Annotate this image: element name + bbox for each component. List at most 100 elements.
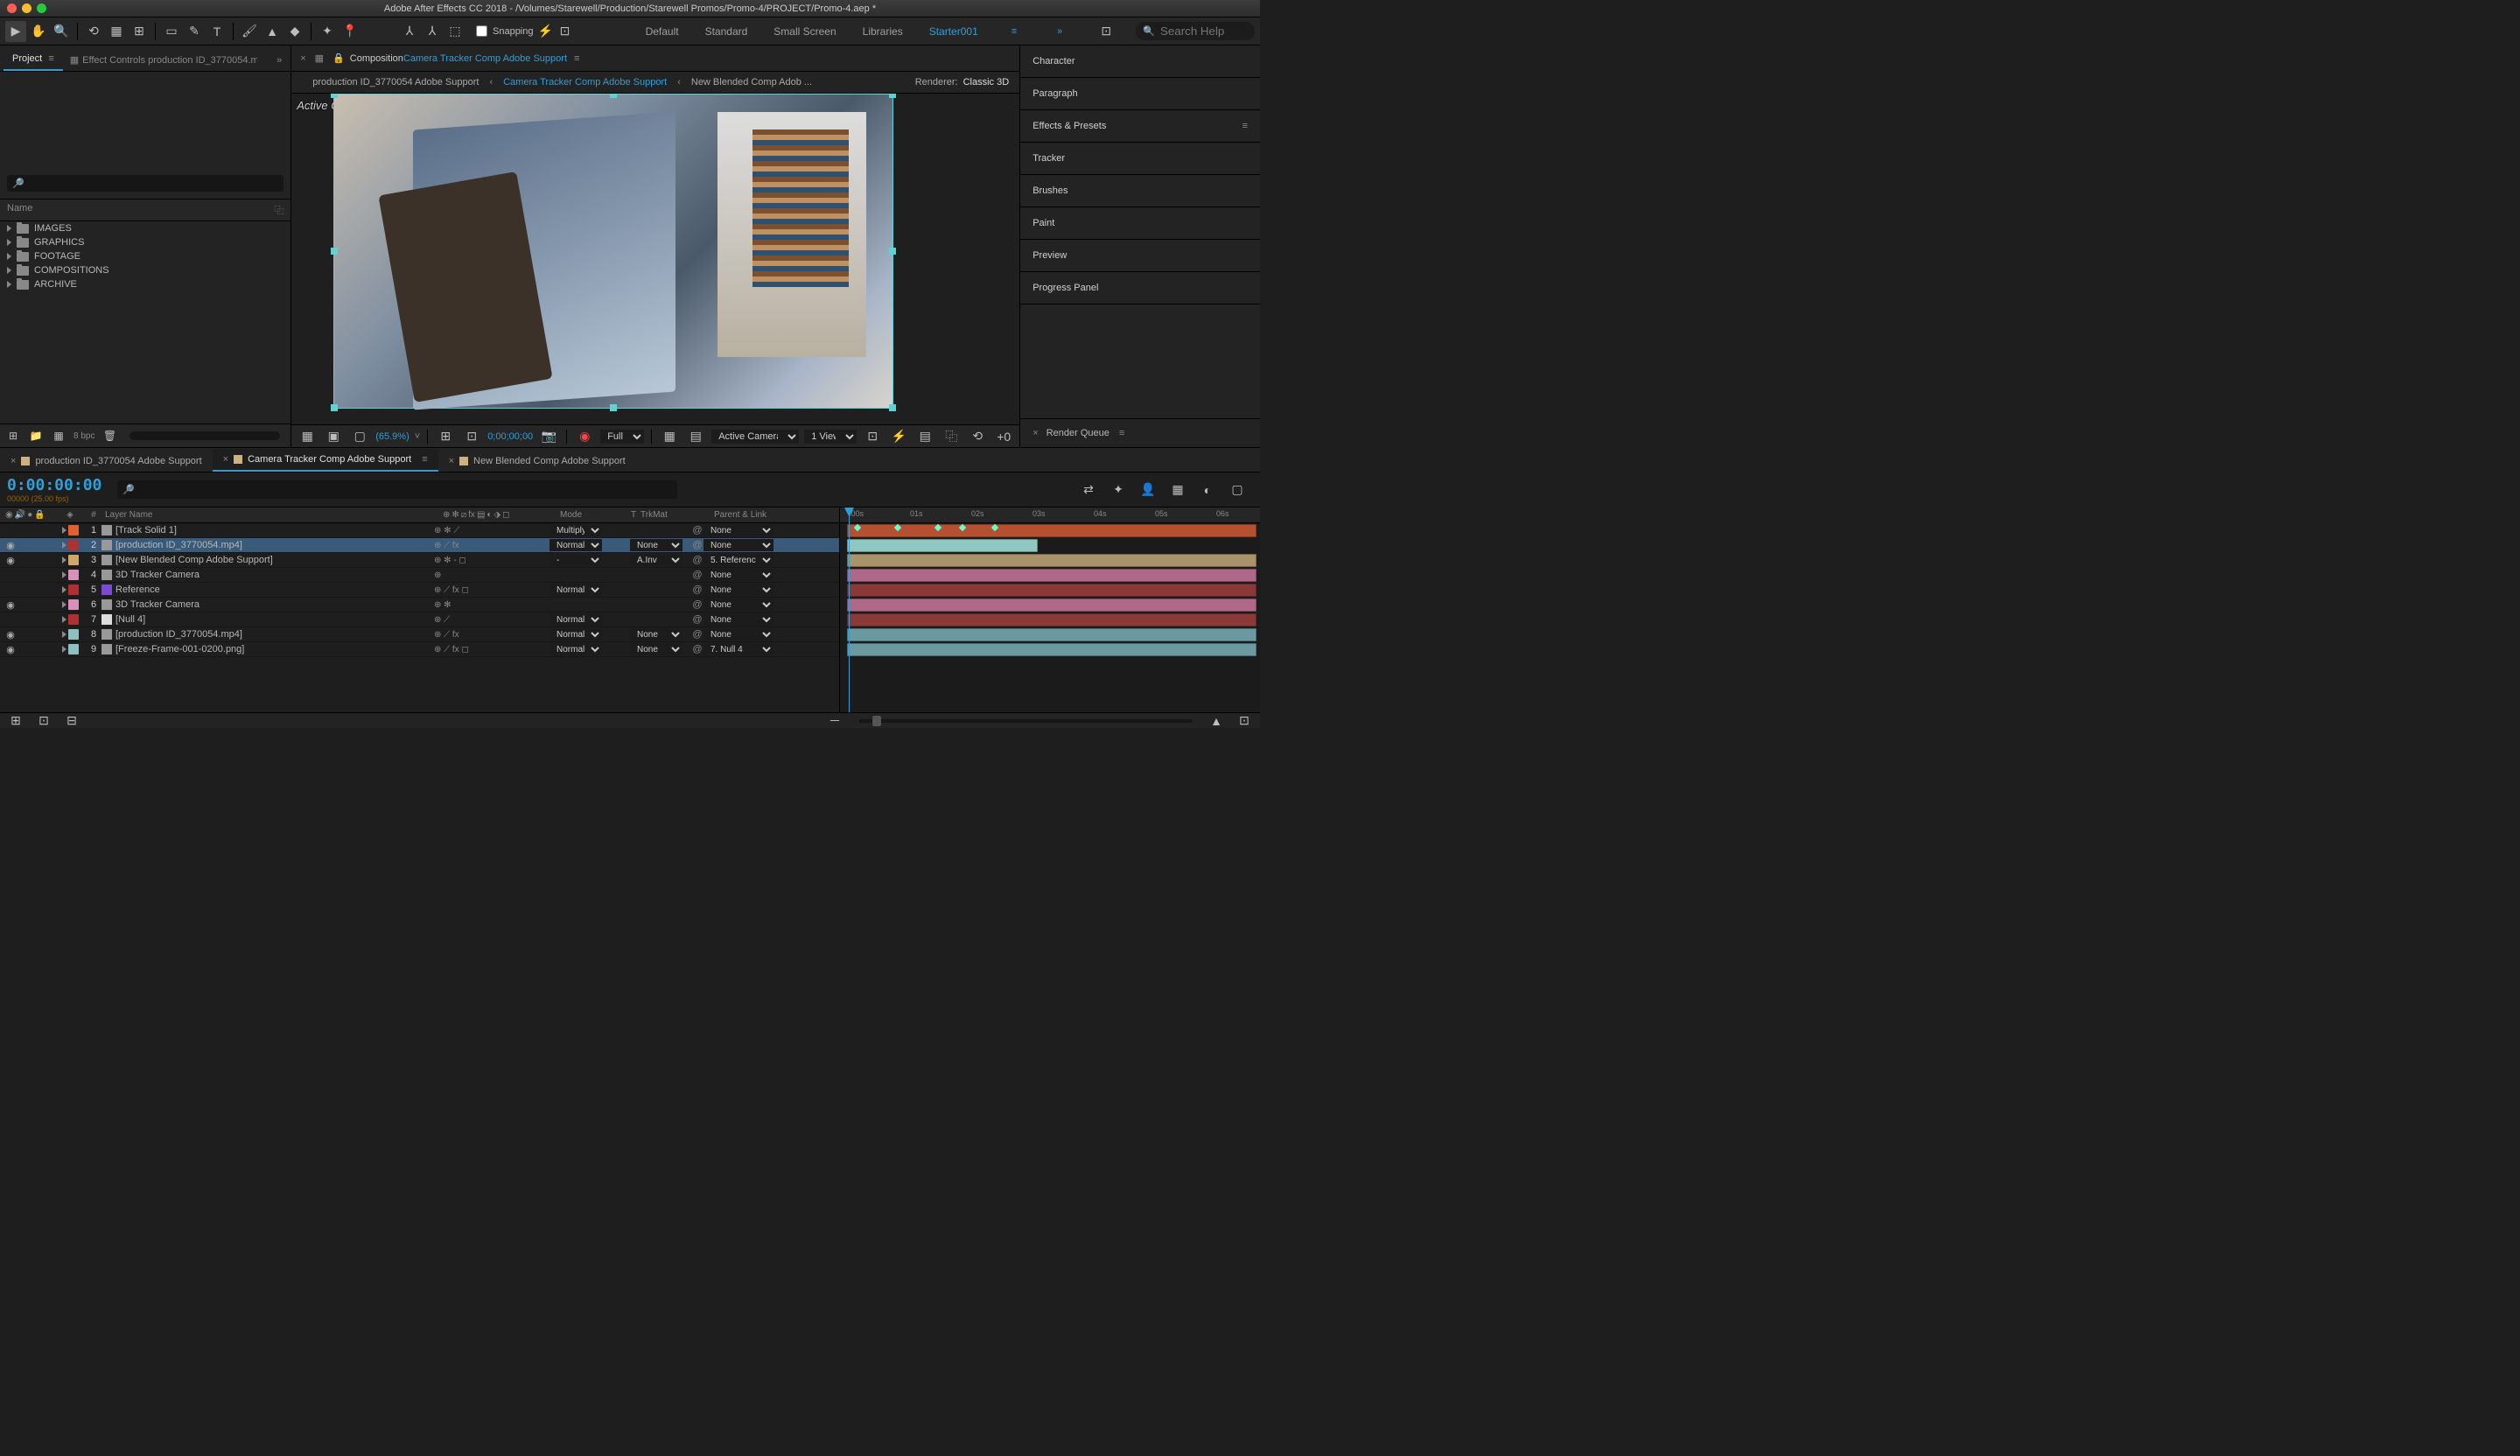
orbit-tool-icon[interactable]: ⟲ bbox=[83, 21, 104, 42]
toggle-modes-icon[interactable]: ⊡ bbox=[33, 710, 54, 732]
minimize-icon[interactable] bbox=[22, 4, 32, 13]
expand-icon[interactable] bbox=[62, 571, 66, 578]
pickwhip-icon[interactable]: @ bbox=[691, 644, 704, 654]
trkmat-dropdown[interactable]: None bbox=[630, 643, 682, 655]
lock-toggle[interactable] bbox=[42, 584, 52, 595]
label-color[interactable] bbox=[68, 599, 79, 610]
audio-toggle[interactable] bbox=[18, 570, 28, 580]
effect-controls-tab[interactable]: ▦ Effect Controls production ID_3770054.… bbox=[65, 49, 262, 71]
layer-switches[interactable]: ⊕ ✻ ⟋ bbox=[432, 526, 546, 536]
comp-button-icon[interactable]: ⊡ bbox=[1234, 710, 1255, 732]
switches-header[interactable]: ⊕✻⧄fx▤◐⬗◻ bbox=[443, 510, 556, 520]
parent-dropdown[interactable]: None bbox=[704, 539, 774, 551]
audio-toggle[interactable] bbox=[18, 555, 28, 565]
flowchart-icon[interactable]: ⿻ bbox=[274, 203, 284, 217]
expand-icon[interactable] bbox=[62, 601, 66, 608]
visibility-toggle[interactable]: ◉ bbox=[5, 599, 16, 610]
layer-bar[interactable] bbox=[847, 643, 1256, 656]
tab-close-icon[interactable]: × bbox=[295, 53, 311, 64]
panel-overflow-icon[interactable]: » bbox=[271, 50, 287, 71]
expand-icon[interactable] bbox=[62, 586, 66, 593]
res-icon[interactable]: ⊞ bbox=[435, 426, 456, 447]
timeline-tracks[interactable]: :00s01s02s03s04s05s06s bbox=[840, 508, 1260, 712]
solo-toggle[interactable] bbox=[30, 570, 40, 580]
clone-tool-icon[interactable]: ▲ bbox=[262, 21, 283, 42]
toggle-in-out-icon[interactable]: ⊟ bbox=[61, 710, 82, 732]
mode-dropdown[interactable]: Multiply bbox=[550, 524, 602, 536]
parent-dropdown[interactable]: 5. Reference bbox=[704, 554, 774, 566]
layer-name-text[interactable]: [Null 4] bbox=[116, 614, 145, 625]
hand-tool-icon[interactable]: ✋ bbox=[28, 21, 49, 42]
layer-switches[interactable]: ⊕ ⟋ fx ◻ bbox=[432, 585, 546, 595]
visibility-toggle[interactable]: ◉ bbox=[5, 629, 16, 640]
project-tree[interactable]: IMAGESGRAPHICSFOOTAGECOMPOSITIONSARCHIVE bbox=[0, 221, 290, 424]
layer-switches[interactable]: ⊕ ✻ - ◻ bbox=[432, 556, 546, 565]
workspace-smallscreen[interactable]: Small Screen bbox=[774, 25, 836, 38]
layer-switches[interactable]: ⊕ ⟋ bbox=[432, 615, 546, 625]
zoom-tool-icon[interactable]: 🔍 bbox=[51, 21, 72, 42]
audio-col-icon[interactable]: 🔊 bbox=[15, 510, 25, 520]
solo-toggle[interactable] bbox=[30, 584, 40, 595]
lock-col-icon[interactable]: 🔒 bbox=[34, 510, 45, 520]
expand-icon[interactable] bbox=[62, 542, 66, 549]
workspace-libraries[interactable]: Libraries bbox=[863, 25, 903, 38]
lock-toggle[interactable] bbox=[42, 540, 52, 550]
world-axis-icon[interactable]: ⅄ bbox=[422, 21, 443, 42]
timeline-icon[interactable]: ▤ bbox=[914, 426, 935, 447]
chevron-left-icon[interactable]: ‹ bbox=[677, 77, 681, 88]
workspace-starter[interactable]: Starter001 bbox=[929, 25, 978, 38]
label-color[interactable] bbox=[68, 570, 79, 580]
mode-dropdown[interactable]: - bbox=[550, 554, 602, 566]
parent-dropdown[interactable]: None bbox=[704, 598, 774, 611]
layer-name-text[interactable]: 3D Tracker Camera bbox=[116, 599, 200, 610]
layer-row[interactable]: 1[Track Solid 1]⊕ ✻ ⟋ Multiply@None bbox=[0, 523, 839, 538]
guides-icon[interactable]: ▤ bbox=[685, 426, 706, 447]
layer-name-text[interactable]: [production ID_3770054.mp4] bbox=[116, 540, 242, 550]
lock-toggle[interactable] bbox=[42, 525, 52, 536]
folder-images[interactable]: IMAGES bbox=[0, 221, 290, 235]
layer-switches[interactable]: ⊕ ⟋ fx ◻ bbox=[432, 645, 546, 654]
pickwhip-icon[interactable]: @ bbox=[691, 629, 704, 640]
resolution-dropdown[interactable]: Full bbox=[600, 430, 644, 444]
visibility-toggle[interactable] bbox=[5, 614, 16, 625]
expand-icon[interactable] bbox=[7, 225, 11, 232]
trkmat-dropdown[interactable]: A.Inv bbox=[630, 554, 682, 566]
audio-toggle[interactable] bbox=[18, 599, 28, 610]
solo-toggle[interactable] bbox=[30, 555, 40, 565]
zoom-in-icon[interactable]: ▲ bbox=[1206, 710, 1227, 732]
close-icon[interactable]: × bbox=[1032, 428, 1038, 438]
composition-viewer[interactable]: Active Camera bbox=[291, 94, 1019, 424]
expand-icon[interactable] bbox=[62, 527, 66, 534]
panel-effects-presets[interactable]: Effects & Presets≡ bbox=[1020, 110, 1260, 143]
project-slider[interactable] bbox=[130, 431, 280, 440]
solo-toggle[interactable] bbox=[30, 644, 40, 654]
expand-icon[interactable] bbox=[62, 631, 66, 638]
solo-col-icon[interactable]: ● bbox=[27, 510, 32, 520]
layername-header[interactable]: Layer Name bbox=[102, 510, 443, 520]
layer-switches[interactable]: ⊕ ⟋ fx bbox=[432, 541, 546, 550]
layer-name-text[interactable]: 3D Tracker Camera bbox=[116, 570, 200, 580]
workspace-standard[interactable]: Standard bbox=[705, 25, 748, 38]
layer-bar[interactable] bbox=[847, 554, 1256, 567]
expand-icon[interactable] bbox=[62, 646, 66, 653]
parent-dropdown[interactable]: None bbox=[704, 613, 774, 626]
maximize-icon[interactable] bbox=[37, 4, 46, 13]
panel-tracker[interactable]: Tracker bbox=[1020, 143, 1260, 175]
folder-footage[interactable]: FOOTAGE bbox=[0, 249, 290, 263]
solo-toggle[interactable] bbox=[30, 614, 40, 625]
close-icon[interactable]: × bbox=[449, 456, 454, 466]
visibility-toggle[interactable] bbox=[5, 570, 16, 580]
draft3d-icon[interactable]: ✦ bbox=[1108, 480, 1129, 500]
mode-dropdown[interactable]: Normal bbox=[550, 613, 602, 626]
help-search[interactable]: 🔍 bbox=[1136, 22, 1255, 40]
audio-toggle[interactable] bbox=[18, 540, 28, 550]
mode-dropdown[interactable]: Normal bbox=[550, 539, 602, 551]
tab-menu-icon[interactable]: ≡ bbox=[48, 53, 53, 64]
lock-toggle[interactable] bbox=[42, 570, 52, 580]
layer-bar[interactable] bbox=[847, 598, 1256, 612]
label-color[interactable] bbox=[68, 614, 79, 625]
close-icon[interactable]: × bbox=[10, 456, 16, 466]
folder-compositions[interactable]: COMPOSITIONS bbox=[0, 263, 290, 277]
expand-icon[interactable] bbox=[7, 281, 11, 288]
shy-icon[interactable]: 👤 bbox=[1138, 480, 1158, 500]
